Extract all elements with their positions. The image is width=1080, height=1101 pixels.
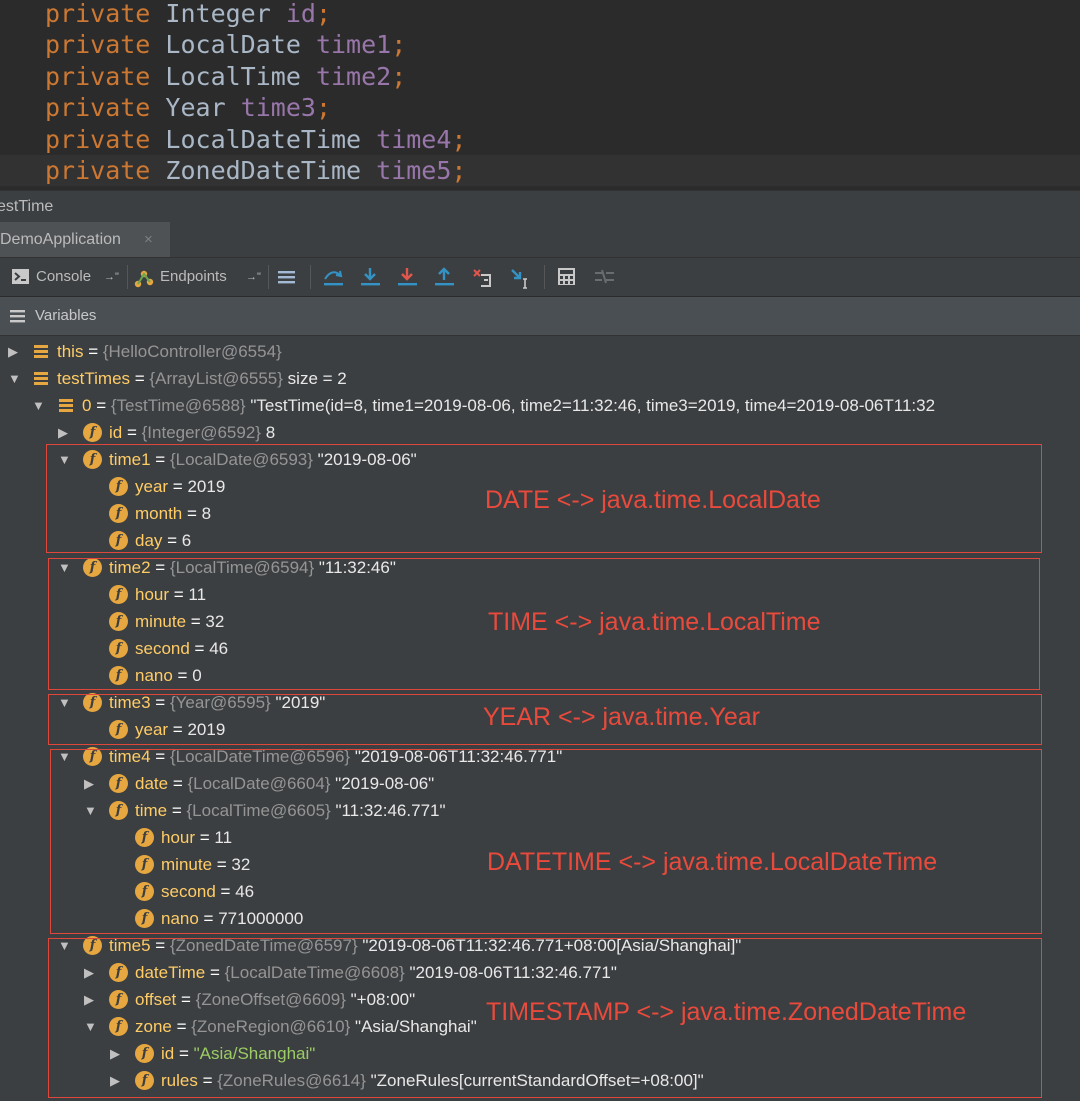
step-over-icon[interactable]	[323, 267, 345, 287]
endpoints-tab[interactable]: Endpoints →"	[132, 258, 264, 296]
code-line: private LocalTime time2;	[45, 62, 407, 91]
step-out-icon[interactable]	[434, 267, 456, 287]
trace-stream-icon	[595, 269, 614, 284]
variables-icon	[10, 310, 25, 323]
debug-toolbar: Console →" Endpoints →"	[0, 258, 1080, 297]
code-line-current: private ZonedDateTime time5;	[0, 155, 1080, 186]
toolbar-separator	[310, 265, 311, 289]
step-into-icon[interactable]	[360, 267, 382, 287]
run-tab-bar: DemoApplication ×	[0, 222, 1080, 258]
field-icon: f	[83, 423, 102, 442]
close-icon[interactable]: ×	[144, 222, 153, 257]
expand-arrow-icon[interactable]: ▶	[58, 419, 68, 446]
code-editor[interactable]: private Integer id; private LocalDate ti…	[0, 0, 1080, 190]
collapse-arrow-icon[interactable]: ▼	[8, 365, 21, 392]
threads-menu-icon[interactable]	[277, 267, 297, 287]
expand-arrow-icon[interactable]: ▶	[8, 338, 18, 365]
pin-icon[interactable]: →"	[246, 258, 261, 296]
list-icon	[59, 399, 73, 412]
drop-frame-icon[interactable]	[472, 267, 494, 289]
run-to-cursor-icon[interactable]	[510, 267, 534, 289]
variables-title: Variables	[35, 307, 97, 324]
evaluate-expression-icon[interactable]	[557, 267, 577, 287]
collapse-arrow-icon[interactable]: ▼	[32, 392, 45, 419]
debug-session-bar: estTime	[0, 190, 1080, 223]
annotation-box-datetime	[50, 749, 1042, 934]
toolbar-separator	[127, 265, 128, 289]
console-tab[interactable]: Console →"	[10, 258, 120, 296]
annotation-timestamp: TIMESTAMP <-> java.time.ZonedDateTime	[486, 998, 967, 1026]
session-label: estTime	[0, 198, 54, 215]
code-line: private Year time3;	[45, 93, 332, 122]
tab-demo-application[interactable]: DemoApplication ×	[0, 222, 170, 257]
tab-label: DemoApplication	[0, 231, 121, 248]
code-line: private LocalDateTime time4;	[45, 125, 467, 154]
list-icon	[34, 372, 48, 385]
console-icon	[12, 269, 29, 284]
annotation-time: TIME <-> java.time.LocalTime	[488, 608, 821, 636]
pin-icon[interactable]: →"	[104, 258, 119, 296]
variables-panel-header: Variables	[0, 297, 1080, 336]
endpoints-icon	[134, 270, 154, 288]
annotation-date: DATE <-> java.time.LocalDate	[485, 486, 821, 514]
code-line: private Integer id;	[45, 0, 332, 28]
code-line: private LocalDate time1;	[45, 30, 407, 59]
annotation-datetime: DATETIME <-> java.time.LocalDateTime	[487, 848, 938, 876]
toolbar-separator	[268, 265, 269, 289]
list-icon	[34, 345, 48, 358]
toolbar-separator	[544, 265, 545, 289]
annotation-year: YEAR <-> java.time.Year	[483, 703, 760, 731]
force-step-into-icon[interactable]	[397, 267, 419, 287]
